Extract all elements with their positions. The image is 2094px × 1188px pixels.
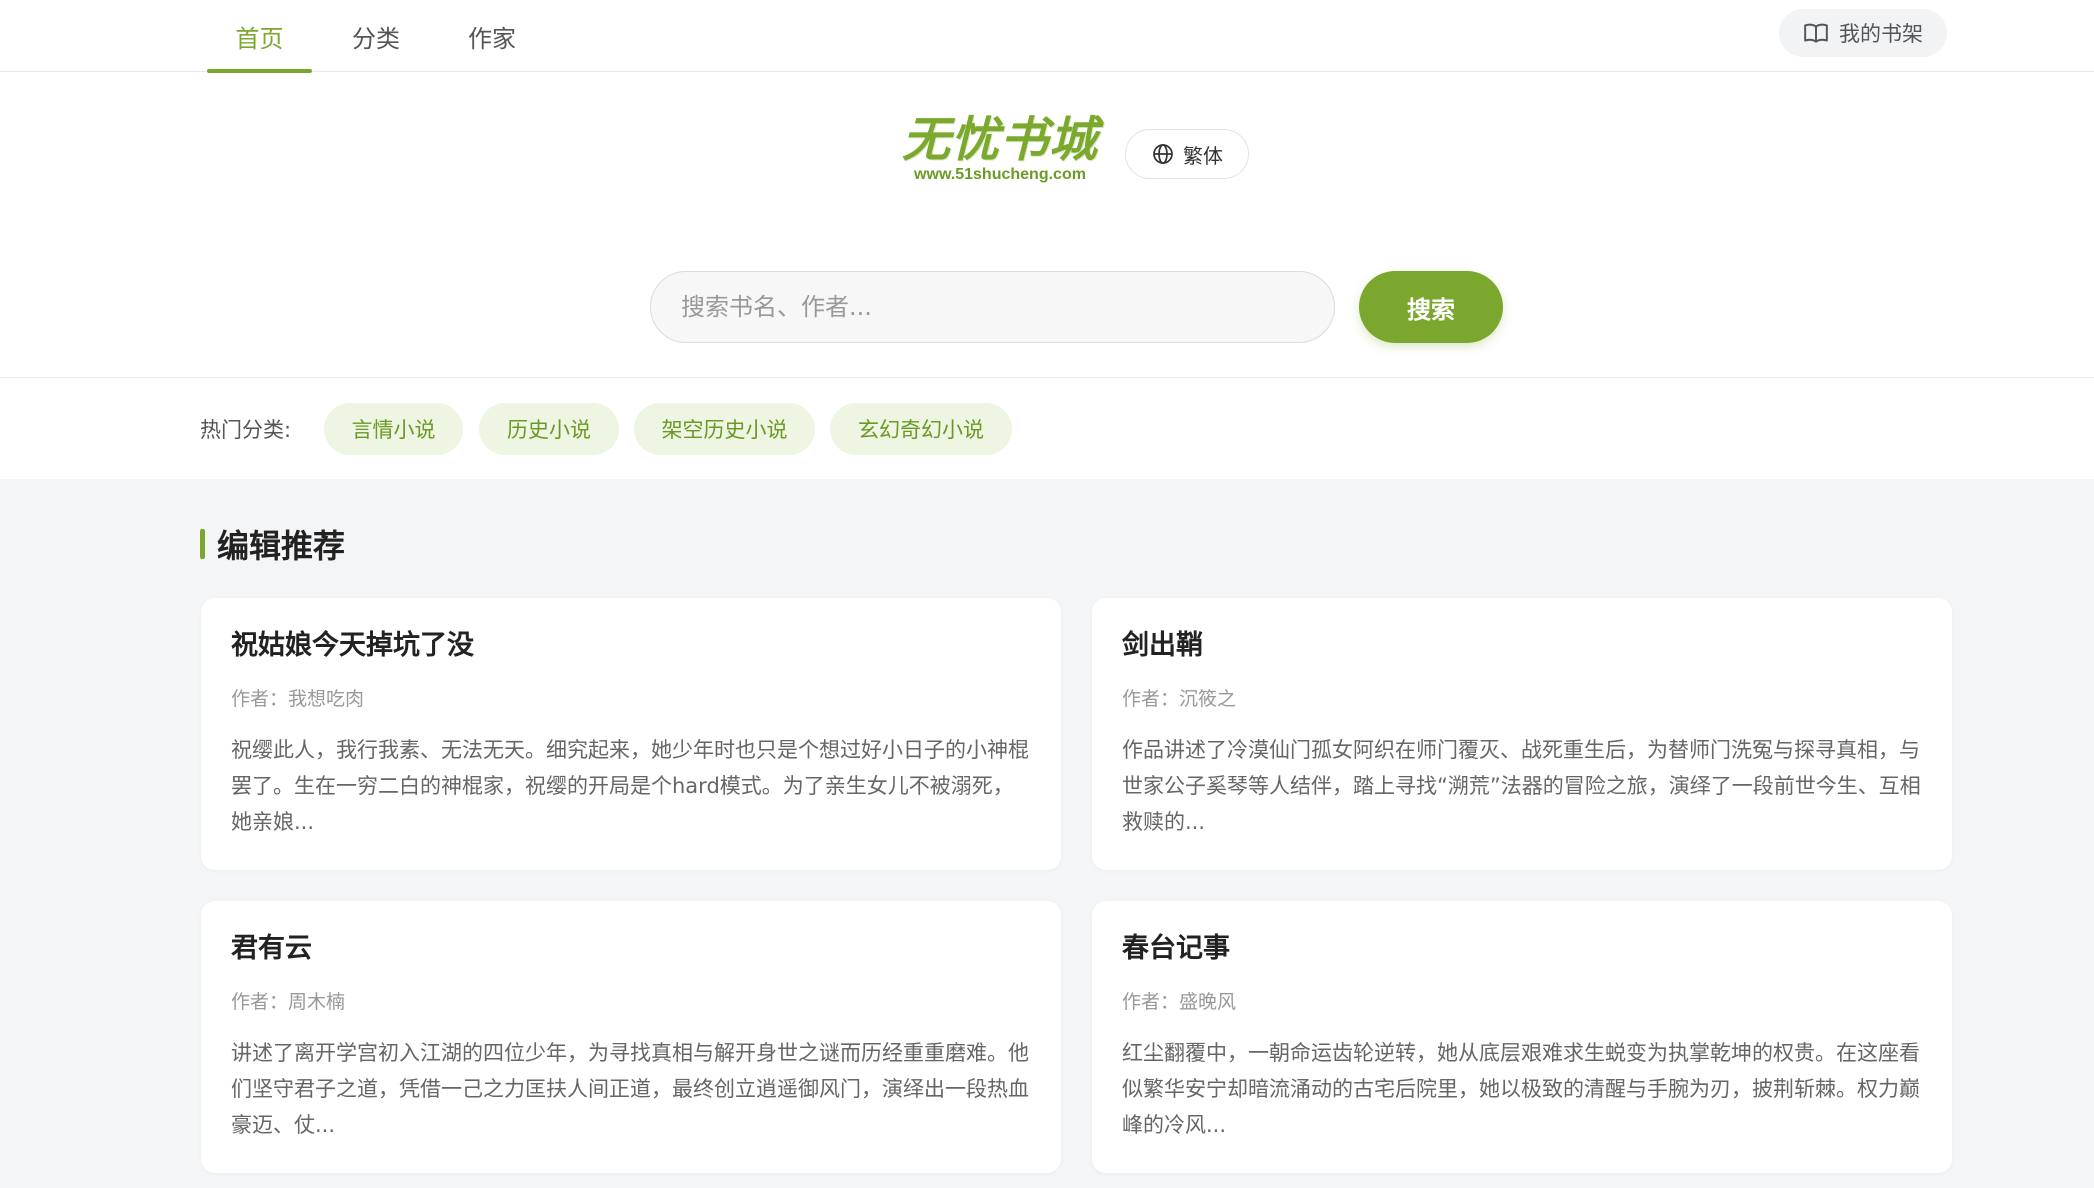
book-title[interactable]: 祝姑娘今天掉坑了没 <box>231 626 1031 666</box>
category-chip-history[interactable]: 历史小说 <box>479 403 619 455</box>
book-description: 讲述了离开学宫初入江湖的四位少年，为寻找真相与解开身世之谜而历经重重磨难。他们坚… <box>231 1041 1029 1137</box>
tab-home[interactable]: 首页 <box>207 0 312 73</box>
my-bookshelf-label: 我的书架 <box>1839 22 1923 46</box>
category-chip-romance[interactable]: 言情小说 <box>324 403 463 455</box>
lang-label: 繁体 <box>1183 143 1223 168</box>
category-chip-alt-history[interactable]: 架空历史小说 <box>634 403 815 455</box>
top-nav: 首页 分类 作家 我的书架 <box>0 0 2094 73</box>
book-title[interactable]: 春台记事 <box>1122 929 1922 969</box>
book-open-icon <box>1804 23 1828 43</box>
book-description: 红尘翻覆中，一朝命运齿轮逆转，她从底层艰难求生蜕变为执掌乾坤的权贵。在这座看似繁… <box>1122 1041 1920 1137</box>
book-title[interactable]: 剑出鞘 <box>1122 626 1922 666</box>
section-title: 编辑推荐 <box>200 520 345 568</box>
section-title-text: 编辑推荐 <box>217 527 346 565</box>
search-input[interactable] <box>650 271 1335 343</box>
book-card[interactable]: 君有云 作者：周木楠 讲述了离开学宫初入江湖的四位少年，为寻找真相与解开身世之谜… <box>201 901 1061 1173</box>
book-description: 祝缨此人，我行我素、无法无天。细究起来，她少年时也只是个想过好小日子的小神棍罢了… <box>231 738 1029 834</box>
book-card[interactable]: 剑出鞘 作者：沉筱之 作品讲述了冷漠仙门孤女阿织在师门覆灭、战死重生后，为替师门… <box>1092 598 1952 870</box>
category-chip-fantasy[interactable]: 玄幻奇幻小说 <box>830 403 1012 455</box>
book-card[interactable]: 春台记事 作者：盛晚风 红尘翻覆中，一朝命运齿轮逆转，她从底层艰难求生蜕变为执掌… <box>1092 901 1952 1173</box>
tab-categories[interactable]: 分类 <box>330 0 422 72</box>
my-bookshelf-button[interactable]: 我的书架 <box>1779 9 1947 57</box>
book-description: 作品讲述了冷漠仙门孤女阿织在师门覆灭、战死重生后，为替师门洗冤与探寻真相，与世家… <box>1122 738 1921 834</box>
section-accent-bar <box>200 529 205 559</box>
book-card[interactable]: 祝姑娘今天掉坑了没 作者：我想吃肉 祝缨此人，我行我素、无法无天。细究起来，她少… <box>201 598 1061 870</box>
book-title[interactable]: 君有云 <box>231 929 1031 969</box>
book-author: 作者：周木楠 <box>231 991 346 1013</box>
book-author: 作者：沉筱之 <box>1122 688 1237 710</box>
globe-icon <box>1153 144 1173 164</box>
logo-title: 无忧书城 <box>901 112 1098 168</box>
logo-url: www.51shucheng.com <box>914 166 1086 183</box>
tab-authors[interactable]: 作家 <box>446 0 538 72</box>
hot-categories-label: 热门分类: <box>200 417 292 442</box>
book-author: 作者：盛晚风 <box>1122 991 1237 1013</box>
hot-categories-bar: 热门分类: 言情小说 历史小说 架空历史小说 玄幻奇幻小说 <box>0 378 2094 479</box>
book-author: 作者：我想吃肉 <box>231 688 365 710</box>
search-button[interactable]: 搜索 <box>1359 271 1503 343</box>
site-logo[interactable]: 无忧书城 www.51shucheng.com <box>900 112 1100 184</box>
traditional-chinese-toggle[interactable]: 繁体 <box>1125 129 1249 179</box>
site-header: 无忧书城 www.51shucheng.com 繁体 搜索 <box>0 72 2094 378</box>
